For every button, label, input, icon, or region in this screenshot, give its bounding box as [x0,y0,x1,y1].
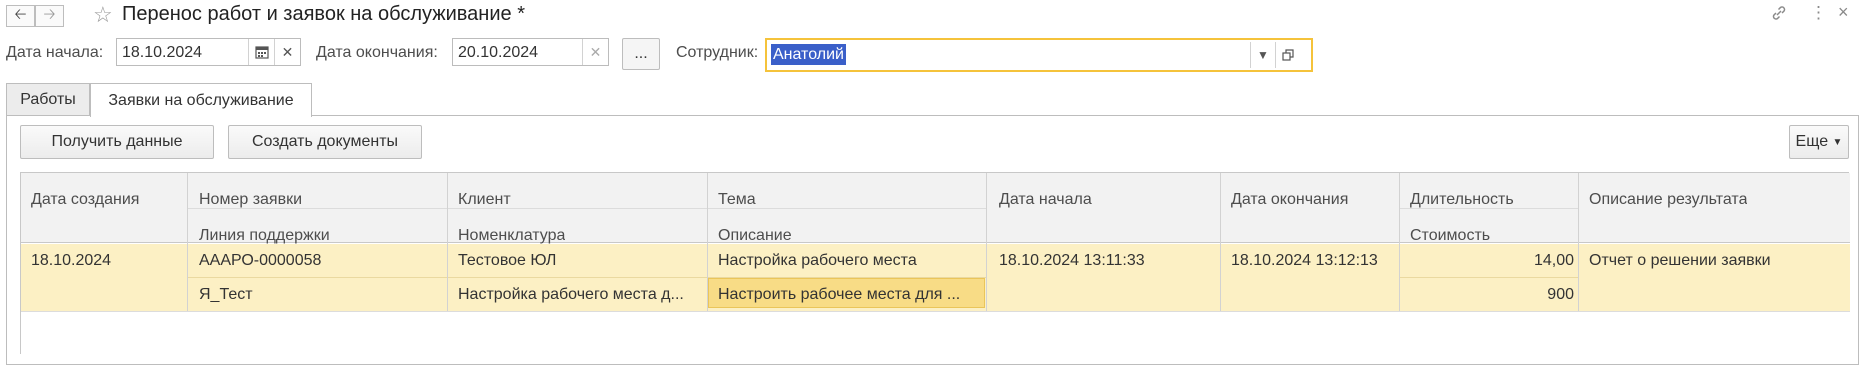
cell-end[interactable]: 18.10.2024 13:12:13 [1231,252,1378,270]
date-start-value: 18.10.2024 [122,44,203,61]
date-start-label: Дата начала: [6,44,104,61]
get-data-button[interactable]: Получить данные [20,125,214,159]
employee-field[interactable]: Анатолий ▼ [765,38,1313,72]
table-row[interactable]: 18.10.2024 АААРО-0000058 Я_Тест Тестовое… [21,244,1850,311]
header-nomenclature[interactable]: Номенклатура [458,227,565,245]
window-title: Перенос работ и заявок на обслуживание * [122,3,525,25]
requests-table: Дата создания Номер заявки Линия поддерж… [20,172,1850,354]
header-topic[interactable]: Тема [718,191,756,209]
cell-nomenclature[interactable]: Настройка рабочего места д... [458,286,708,304]
calendar-icon[interactable] [248,39,274,65]
cell-cost[interactable]: 900 [1410,286,1574,304]
tab-works[interactable]: Работы [6,83,90,115]
header-cost[interactable]: Стоимость [1410,227,1490,245]
cell-result[interactable]: Отчет о решении заявки [1589,252,1771,270]
period-select-button[interactable]: ... [622,38,660,70]
more-button[interactable]: Еще ▼ [1789,125,1849,159]
cell-created[interactable]: 18.10.2024 [31,252,111,270]
star-icon[interactable]: ☆ [93,2,113,28]
forward-button[interactable]: 🡢 [35,5,64,27]
cell-description[interactable]: Настроить рабочее места для ... [718,286,980,304]
open-icon[interactable] [1275,42,1300,68]
date-end-label: Дата окончания: [316,44,438,61]
employee-value: Анатолий [771,44,846,65]
cell-start[interactable]: 18.10.2024 13:11:33 [999,252,1145,270]
header-end[interactable]: Дата окончания [1231,191,1348,209]
dropdown-arrow-icon: ▼ [1832,136,1843,148]
cell-duration[interactable]: 14,00 [1410,252,1574,270]
header-client[interactable]: Клиент [458,191,511,209]
more-vertical-icon[interactable]: ⋮ [1810,3,1827,23]
tab-service-requests[interactable]: Заявки на обслуживание [90,83,312,117]
dropdown-arrow-icon[interactable]: ▼ [1250,42,1275,68]
cell-number[interactable]: АААРО-0000058 [199,252,321,270]
header-created[interactable]: Дата создания [31,191,139,209]
cell-client[interactable]: Тестовое ЮЛ [458,252,708,270]
header-number[interactable]: Номер заявки [199,191,302,209]
back-button[interactable]: 🡠 [6,5,35,27]
header-support-line[interactable]: Линия поддержки [199,227,330,245]
date-end-field[interactable]: 20.10.2024 ✕ [452,38,609,66]
clear-date-end-icon[interactable]: ✕ [582,39,608,65]
close-icon[interactable]: × [1838,2,1849,23]
header-description[interactable]: Описание [718,227,792,245]
table-header: Дата создания Номер заявки Линия поддерж… [21,173,1850,245]
cell-support-line[interactable]: Я_Тест [199,286,253,304]
back-arrow-icon: 🡠 [14,5,27,23]
employee-label: Сотрудник: [676,44,759,61]
clear-date-start-icon[interactable]: ✕ [274,39,300,65]
date-start-field[interactable]: 18.10.2024 ✕ [116,38,301,66]
link-icon[interactable] [1770,4,1788,27]
date-end-value: 20.10.2024 [458,44,539,61]
forward-arrow-icon: 🡢 [43,5,56,23]
header-duration[interactable]: Длительность [1410,191,1514,209]
header-start[interactable]: Дата начала [999,191,1092,209]
cell-topic[interactable]: Настройка рабочего места [718,252,983,270]
create-documents-button[interactable]: Создать документы [228,125,422,159]
header-result[interactable]: Описание результата [1589,191,1747,209]
